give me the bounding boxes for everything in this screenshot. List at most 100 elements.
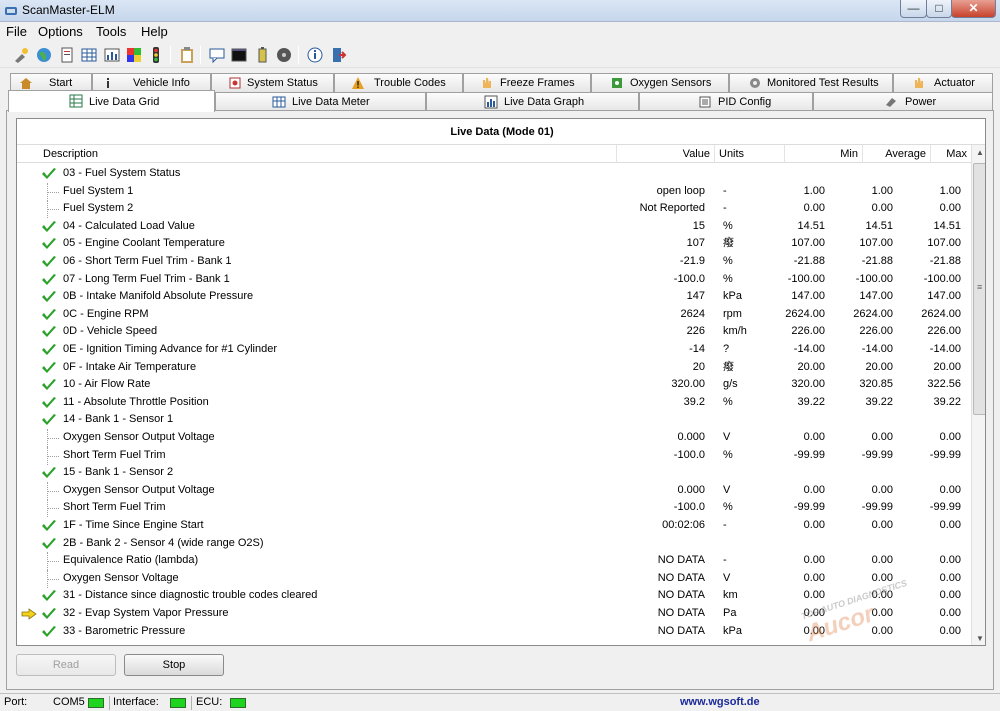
tab-freeze-frames[interactable]: Freeze Frames: [463, 73, 591, 92]
checkmark-icon[interactable]: [41, 343, 57, 357]
checkmark-icon[interactable]: [41, 167, 57, 181]
row-value: -100.0: [673, 501, 705, 514]
scroll-up-arrow-icon[interactable]: ▲: [972, 145, 985, 161]
checkmark-icon[interactable]: [41, 466, 57, 480]
chart-icon[interactable]: [103, 46, 121, 64]
table-row[interactable]: 10 - Air Flow Rate 320.00 g/s 320.00 320.85 3…: [17, 376, 971, 394]
checkmark-icon[interactable]: [41, 237, 57, 251]
table-row[interactable]: 06 - Short Term Fuel Trim - Bank 1 -21.9%…: [17, 253, 971, 271]
tab-monitored-test-results[interactable]: Monitored Test Results: [729, 73, 893, 92]
table-row[interactable]: 1F - Time Since Engine Start 00:02:06 - 0.0…: [17, 517, 971, 535]
table-row[interactable]: 0D - Vehicle Speed 226 km/h 226.00 226.00 226…: [17, 323, 971, 341]
checkmark-icon[interactable]: [41, 537, 57, 551]
tab-power[interactable]: Power: [813, 92, 993, 111]
checkmark-icon[interactable]: [41, 255, 57, 269]
table-subrow[interactable]: Oxygen Sensor Output Voltage 0.000 V 0.00 0.…: [17, 481, 971, 500]
table-row[interactable]: 03 - Fuel System Status: [17, 165, 971, 183]
row-max: 1.00: [939, 184, 961, 197]
row-units: rpm: [723, 307, 742, 320]
tab-live-data-meter[interactable]: Live Data Meter: [215, 92, 426, 111]
menu-options[interactable]: Options: [38, 24, 83, 39]
scroll-down-arrow-icon[interactable]: ▼: [972, 631, 985, 645]
table-subrow[interactable]: Short Term Fuel Trim -100.0% -99.99 -99.99 -…: [17, 499, 971, 518]
grid-color-icon[interactable]: [125, 46, 143, 64]
column-header-min[interactable]: Min: [785, 145, 863, 163]
scroll-thumb[interactable]: ≡: [973, 163, 985, 415]
table-subrow[interactable]: Equivalence Ratio (lambda) NO DATA - 0.00 0.…: [17, 552, 971, 571]
tab-live-data-graph[interactable]: Live Data Graph: [426, 92, 639, 111]
tab-live-data-grid[interactable]: Live Data Grid: [8, 90, 215, 112]
tab-trouble-codes[interactable]: Trouble Codes: [334, 73, 463, 92]
traffic-light-icon[interactable]: [147, 46, 165, 64]
row-value: open loop: [656, 184, 705, 197]
disc-icon[interactable]: [275, 46, 293, 64]
table-subrow[interactable]: Oxygen Sensor Output Voltage 0.000 V 0.00 0.…: [17, 429, 971, 447]
table-row[interactable]: 15 - Bank 1 - Sensor 2: [17, 464, 971, 482]
column-header-max[interactable]: Max: [901, 145, 971, 163]
checkmark-icon[interactable]: [41, 413, 57, 427]
column-header-value[interactable]: Value: [617, 145, 715, 163]
checkmark-icon[interactable]: [41, 290, 57, 304]
website-link[interactable]: www.wgsoft.de: [680, 696, 760, 708]
info-icon[interactable]: [306, 46, 324, 64]
row-average: -21.88: [861, 255, 893, 267]
clipboard-icon[interactable]: [178, 46, 196, 64]
vertical-scrollbar[interactable]: ▲ ≡ ▼: [971, 145, 985, 645]
table-row[interactable]: 0F - Intake Air Temperature 20 癈 20.00 20.00…: [17, 359, 971, 377]
row-max: 0.00: [939, 519, 961, 531]
row-max: 2624.00: [921, 307, 961, 320]
table-row[interactable]: 0E - Ignition Timing Advance for #1 Cyli…: [17, 341, 971, 359]
maximize-button[interactable]: □: [926, 0, 952, 18]
battery-icon[interactable]: [253, 46, 271, 64]
table-row[interactable]: 11 - Absolute Throttle Position 39.2% 39.2…: [17, 394, 971, 412]
table-row[interactable]: 0B - Intake Manifold Absolute Pressure 14…: [17, 288, 971, 306]
document-icon[interactable]: [58, 46, 76, 64]
minimize-button[interactable]: —: [900, 0, 927, 18]
checkmark-icon[interactable]: [41, 589, 57, 603]
menu-tools[interactable]: Tools: [96, 24, 126, 39]
table-subrow[interactable]: Fuel System 2 Not Reported - 0.00 0.00 0.00: [17, 200, 971, 219]
gear-icon: [750, 78, 760, 88]
checkmark-icon[interactable]: [41, 378, 57, 392]
table-row[interactable]: 07 - Long Term Fuel Trim - Bank 1 -100.0%…: [17, 271, 971, 289]
row-value: -100.0: [673, 448, 705, 461]
checkmark-icon[interactable]: [41, 625, 57, 639]
table-row[interactable]: 14 - Bank 1 - Sensor 1: [17, 411, 971, 429]
table-subrow[interactable]: Short Term Fuel Trim -100.0% -99.99 -99.99 -…: [17, 446, 971, 465]
column-header-description[interactable]: Description: [39, 145, 617, 163]
table-row[interactable]: 2B - Bank 2 - Sensor 4 (wide range O2S): [17, 535, 971, 553]
menu-file[interactable]: File: [6, 24, 27, 39]
checkmark-icon[interactable]: [41, 396, 57, 410]
connect-icon[interactable]: [12, 46, 30, 64]
table-row[interactable]: 04 - Calculated Load Value 15% 14.51 14.51 1…: [17, 218, 971, 236]
tab-oxygen-sensors[interactable]: Oxygen Sensors: [591, 73, 729, 92]
table-row[interactable]: 0C - Engine RPM 2624 rpm 2624.00 2624.00 2624…: [17, 306, 971, 324]
checkmark-icon[interactable]: [41, 607, 57, 621]
checkmark-icon[interactable]: [41, 519, 57, 533]
checkmark-icon[interactable]: [41, 273, 57, 287]
column-header-units[interactable]: Units: [715, 145, 785, 163]
row-description: Short Term Fuel Trim: [63, 501, 166, 514]
checkmark-icon[interactable]: [41, 220, 57, 234]
table-subrow[interactable]: Oxygen Sensor Voltage NO DATA V 0.00 0.00 0.0…: [17, 569, 971, 588]
table-row[interactable]: 05 - Engine Coolant Temperature 107 癈 107.0…: [17, 235, 971, 253]
checkmark-icon[interactable]: [41, 308, 57, 322]
terminal-icon[interactable]: [230, 46, 248, 64]
row-average: 107.00: [859, 237, 893, 250]
exit-icon[interactable]: [329, 46, 347, 64]
tab-system-status[interactable]: System Status: [211, 73, 334, 92]
chat-icon[interactable]: [208, 46, 226, 64]
menu-help[interactable]: Help: [141, 24, 168, 39]
stop-button[interactable]: Stop: [124, 654, 224, 676]
row-description: 0C - Engine RPM: [63, 307, 149, 320]
close-button[interactable]: ✕: [951, 0, 996, 18]
checkmark-icon[interactable]: [41, 325, 57, 339]
tab-pid-config[interactable]: PID Config: [639, 92, 813, 111]
table-icon[interactable]: [80, 46, 98, 64]
tab-actuator[interactable]: Actuator: [893, 73, 993, 92]
globe-icon[interactable]: [35, 46, 53, 64]
read-button[interactable]: Read: [16, 654, 116, 676]
tab-label: Live Data Graph: [504, 96, 585, 108]
checkmark-icon[interactable]: [41, 361, 57, 375]
table-subrow[interactable]: Fuel System 1 open loop - 1.00 1.00 1.00: [17, 182, 971, 201]
